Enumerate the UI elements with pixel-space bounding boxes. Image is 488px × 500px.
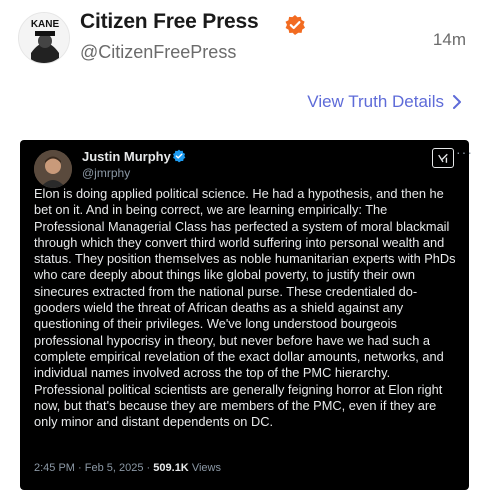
post-header: KANE Citizen Free Press @CitizenFreePres… (18, 8, 478, 68)
views-count: 509.1K (153, 462, 189, 474)
tweet-avatar-image (34, 150, 72, 188)
meta-separator: · (146, 462, 151, 474)
tweet-meta: 2:45 PM · Feb 5, 2025 · 509.1K Views (34, 462, 221, 474)
view-truth-details-link[interactable]: View Truth Details (307, 92, 462, 112)
view-details-label: View Truth Details (307, 92, 444, 111)
tweet-time[interactable]: 2:45 PM (34, 462, 75, 474)
tweet-text: Elon is doing applied political science.… (34, 186, 456, 430)
grok-icon[interactable] (432, 148, 454, 168)
avatar[interactable]: KANE (18, 12, 70, 64)
post-timestamp: 14m (432, 30, 466, 49)
user-handle[interactable]: @CitizenFreePress (80, 42, 236, 63)
views-label: Views (191, 462, 221, 474)
tweet-author-avatar[interactable] (34, 150, 72, 188)
chevron-right-icon (453, 95, 461, 109)
avatar-image: KANE (19, 13, 69, 63)
avatar-logo-text: KANE (31, 19, 60, 30)
meta-separator: · (78, 462, 82, 474)
grok-glyph (438, 153, 448, 163)
tweet-author-handle[interactable]: @jmrphy (82, 166, 130, 180)
tweet-author-name[interactable]: Justin Murphy (82, 149, 171, 164)
tweet-date[interactable]: Feb 5, 2025 (85, 462, 144, 474)
display-name[interactable]: Citizen Free Press (80, 10, 259, 34)
tweet-verified-icon (172, 149, 186, 163)
embedded-tweet-card[interactable]: Justin Murphy @jmrphy ··· Elon is doing … (20, 140, 472, 490)
more-icon[interactable]: ··· (456, 144, 473, 160)
verified-badge-icon (285, 15, 305, 35)
